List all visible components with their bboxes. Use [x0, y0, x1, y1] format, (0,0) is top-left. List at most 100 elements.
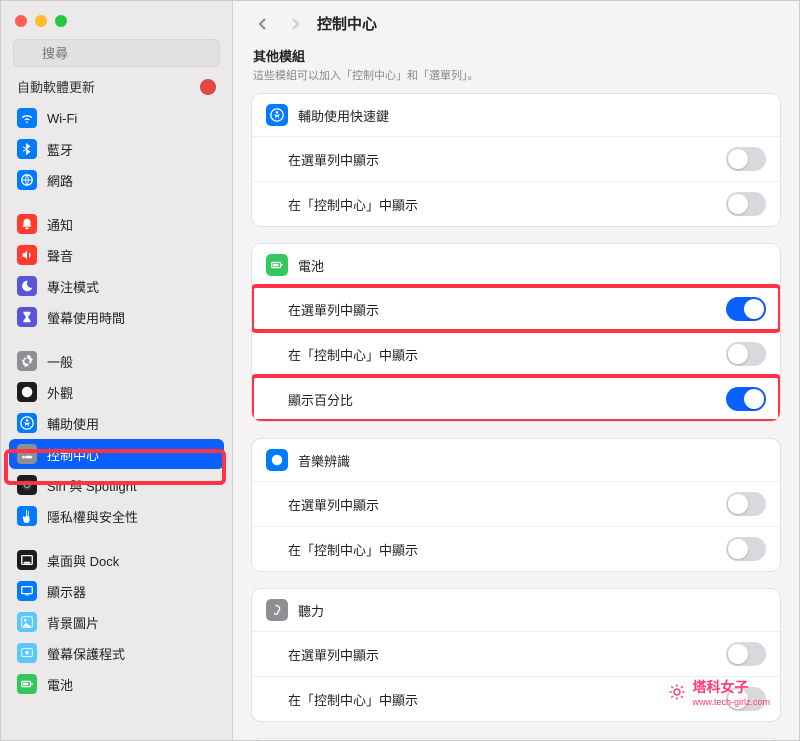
setting-label: 在選單列中顯示	[288, 645, 726, 664]
setting-label: 在「控制中心」中顯示	[288, 690, 726, 709]
sidebar-item-13[interactable]: Siri 與 Spotlight	[9, 470, 224, 500]
dock-icon	[17, 550, 37, 570]
sidebar-item-label: 輔助使用	[47, 414, 99, 433]
content-scroll[interactable]: 輔助使用快速鍵在選單列中顯示在「控制中心」中顯示電池在選單列中顯示在「控制中心」…	[233, 85, 799, 740]
badge-icon	[200, 79, 216, 95]
sidebar-item-6[interactable]: 專注模式	[9, 271, 224, 301]
setting-label: 在選單列中顯示	[288, 495, 726, 514]
sidebar-item-10[interactable]: 外觀	[9, 377, 224, 407]
back-button[interactable]	[253, 14, 273, 34]
toggle-switch[interactable]	[726, 192, 766, 216]
group-title: 聽力	[298, 601, 766, 620]
sidebar-item-cut[interactable]: 自動軟體更新	[9, 77, 224, 102]
toggle-switch[interactable]	[726, 537, 766, 561]
setting-row: 在選單列中顯示	[252, 286, 780, 331]
setting-label: 在「控制中心」中顯示	[288, 195, 726, 214]
sidebar-item-16[interactable]: 桌面與 Dock	[9, 545, 224, 575]
sidebar-nav[interactable]: 自動軟體更新 Wi-Fi 藍牙網路通知聲音專注模式螢幕使用時間一般外觀輔助使用控制…	[1, 77, 232, 740]
settings-window: 自動軟體更新 Wi-Fi藍牙網路通知聲音專注模式螢幕使用時間一般外觀輔助使用控制…	[0, 0, 800, 741]
toggle-switch[interactable]	[726, 297, 766, 321]
sidebar: 自動軟體更新 Wi-Fi 藍牙網路通知聲音專注模式螢幕使用時間一般外觀輔助使用控制…	[1, 1, 233, 740]
group-title: 輔助使用快速鍵	[298, 106, 766, 125]
sidebar-item-12[interactable]: 控制中心	[9, 439, 224, 469]
switches-icon	[17, 444, 37, 464]
sidebar-item-5[interactable]: 聲音	[9, 240, 224, 270]
setting-row: 在「控制中心」中顯示	[252, 181, 780, 226]
sidebar-item-label: 藍牙	[47, 140, 73, 159]
settings-group: 快速使用者切換	[251, 738, 781, 740]
moon-icon	[17, 276, 37, 296]
wifi-icon	[17, 108, 37, 128]
sidebar-item-7[interactable]: 螢幕使用時間	[9, 302, 224, 332]
sound-icon	[17, 245, 37, 265]
wallpaper-icon	[17, 612, 37, 632]
settings-group: 音樂辨識在選單列中顯示在「控制中心」中顯示	[251, 438, 781, 572]
sidebar-item-label: 自動軟體更新	[17, 77, 190, 96]
sidebar-item-17[interactable]: 顯示器	[9, 576, 224, 606]
search-wrap	[1, 35, 232, 77]
setting-row: 在「控制中心」中顯示	[252, 331, 780, 376]
group-title: 電池	[298, 256, 766, 275]
bell-icon	[17, 214, 37, 234]
sidebar-item-label: 外觀	[47, 383, 73, 402]
sidebar-item-2[interactable]: 網路	[9, 165, 224, 195]
sidebar-item-14[interactable]: 隱私權與安全性	[9, 501, 224, 531]
sidebar-item-label: 顯示器	[47, 582, 86, 601]
siri-icon	[17, 475, 37, 495]
subheader-title: 其他模組	[253, 46, 779, 65]
battery-icon	[266, 254, 288, 276]
search-input[interactable]	[13, 39, 220, 67]
group-header: 音樂辨識	[252, 439, 780, 481]
sidebar-item-0[interactable]: Wi-Fi	[9, 103, 224, 133]
sidebar-item-1[interactable]: 藍牙	[9, 134, 224, 164]
sidebar-item-18[interactable]: 背景圖片	[9, 607, 224, 637]
setting-label: 在選單列中顯示	[288, 150, 726, 169]
sidebar-item-20[interactable]: 電池	[9, 669, 224, 699]
section-subheader: 其他模組 這些模組可以加入「控制中心」和「選單列」。	[233, 42, 799, 85]
toggle-switch[interactable]	[726, 387, 766, 411]
sidebar-item-label: 背景圖片	[47, 613, 99, 632]
toggle-switch[interactable]	[726, 147, 766, 171]
minimize-button[interactable]	[35, 15, 47, 27]
hourglass-icon	[17, 307, 37, 327]
fullscreen-button[interactable]	[55, 15, 67, 27]
toggle-switch[interactable]	[726, 342, 766, 366]
group-header: 電池	[252, 244, 780, 286]
setting-label: 在選單列中顯示	[288, 300, 726, 319]
settings-group: 電池在選單列中顯示在「控制中心」中顯示顯示百分比	[251, 243, 781, 422]
sidebar-item-label: 網路	[47, 171, 73, 190]
spark-icon	[668, 683, 686, 701]
network-icon	[17, 170, 37, 190]
forward-button[interactable]	[285, 14, 305, 34]
sidebar-item-label: 專注模式	[47, 277, 99, 296]
sidebar-item-label: 控制中心	[47, 445, 99, 464]
sidebar-item-4[interactable]: 通知	[9, 209, 224, 239]
toggle-switch[interactable]	[726, 492, 766, 516]
accessibility-icon	[17, 413, 37, 433]
setting-row: 在「控制中心」中顯示	[252, 526, 780, 571]
sidebar-item-label: 電池	[47, 675, 73, 694]
sidebar-item-label: 隱私權與安全性	[47, 507, 138, 526]
watermark: 塔科女子 www.tech-girlz.com	[668, 677, 770, 707]
watermark-text: 塔科女子	[692, 679, 748, 695]
gear-icon	[17, 351, 37, 371]
sidebar-item-19[interactable]: 螢幕保護程式	[9, 638, 224, 668]
group-header: 快速使用者切換	[252, 739, 780, 740]
sidebar-item-label: Siri 與 Spotlight	[47, 476, 137, 495]
group-title: 音樂辨識	[298, 451, 766, 470]
appearance-icon	[17, 382, 37, 402]
chevron-left-icon	[257, 18, 269, 30]
sidebar-item-label: 桌面與 Dock	[47, 551, 119, 570]
sidebar-item-9[interactable]: 一般	[9, 346, 224, 376]
sidebar-item-11[interactable]: 輔助使用	[9, 408, 224, 438]
setting-row: 在選單列中顯示	[252, 631, 780, 676]
toggle-switch[interactable]	[726, 642, 766, 666]
content-header: 控制中心	[233, 1, 799, 42]
ear-icon	[266, 599, 288, 621]
setting-row: 在選單列中顯示	[252, 481, 780, 526]
setting-row: 顯示百分比	[252, 376, 780, 421]
sidebar-item-label: Wi-Fi	[47, 111, 77, 126]
watermark-url: www.tech-girlz.com	[692, 697, 770, 707]
close-button[interactable]	[15, 15, 27, 27]
sidebar-item-label: 聲音	[47, 246, 73, 265]
